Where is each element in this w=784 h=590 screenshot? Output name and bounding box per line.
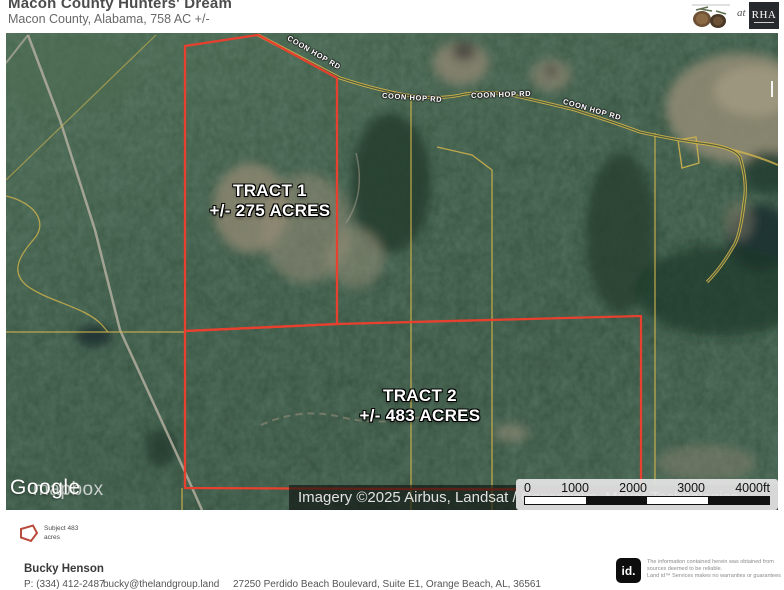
tract-1-name: TRACT 1 <box>170 181 370 201</box>
rha-logo: RHA <box>749 2 779 29</box>
legend-subject-line1: Subject 483 <box>44 525 78 534</box>
agent-name: Bucky Henson <box>24 563 104 575</box>
scale-tick: 0 <box>524 481 531 495</box>
tract-2-acreage: +/- 483 ACRES <box>320 406 520 426</box>
agent-email-link[interactable]: bucky@thelandgroup.land <box>103 579 219 590</box>
scale-bar-segments <box>524 496 770 505</box>
scale-tick-last: 4000ft <box>735 481 770 495</box>
tract-2-label: TRACT 2 +/- 483 ACRES <box>320 386 520 426</box>
satellite-imagery <box>6 33 778 510</box>
scale-tick: 3000 <box>677 481 705 495</box>
disclaimer-line1: The information contained herein was obt… <box>647 559 781 566</box>
scale-tick-labels: 0 1000 2000 3000 4000ft <box>524 481 770 495</box>
disclaimer-line2: sources deemed to be reliable. <box>647 566 781 573</box>
page-subtitle: Macon County, Alabama, 758 AC +/- <box>8 12 210 26</box>
office-address: 27250 Perdido Beach Boulevard, Suite E1,… <box>233 579 541 590</box>
google-logo: Google <box>10 476 81 500</box>
legend-subject-label: Subject 483 acres <box>44 525 78 543</box>
logo-connector-text: at <box>737 7 746 19</box>
tract-1-acreage: +/- 275 ACRES <box>170 201 370 221</box>
map-canvas: TRACT 1 +/- 275 ACRES TRACT 2 +/- 483 AC… <box>6 33 778 510</box>
tract-1-label: TRACT 1 +/- 275 ACRES <box>170 181 370 221</box>
land-id-logo: id. <box>616 558 641 583</box>
agent-phone: P: (334) 412-2487 <box>24 579 105 590</box>
subject-parcel-icon <box>18 524 40 543</box>
pinecone-logo <box>688 1 734 31</box>
rha-logo-text: RHA <box>752 9 777 21</box>
land-id-logo-text: id. <box>622 564 636 578</box>
scale-tick: 1000 <box>561 481 589 495</box>
legend-subject-line2: acres <box>44 534 78 543</box>
map-scale-bar: 0 1000 2000 3000 4000ft <box>516 479 778 510</box>
disclaimer-line3: Land id™ Services makes no warranties or… <box>647 573 781 580</box>
tract-2-name: TRACT 2 <box>320 386 520 406</box>
scale-tick: 2000 <box>619 481 647 495</box>
disclaimer-text: The information contained herein was obt… <box>647 559 781 580</box>
page-title: Macon County Hunters' Dream <box>8 0 232 12</box>
